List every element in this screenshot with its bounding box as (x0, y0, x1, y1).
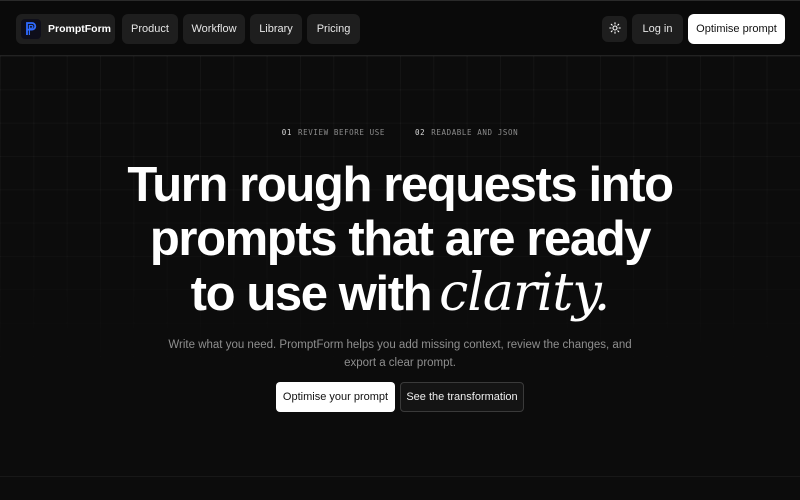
login-button[interactable]: Log in (632, 14, 683, 44)
theme-toggle-button[interactable] (602, 16, 627, 42)
feature-tags: 01 REVIEW BEFORE USE 02 READABLE AND JSON (0, 128, 800, 137)
nav-link-workflow[interactable]: Workflow (183, 14, 245, 44)
hero-subtitle: Write what you need. PromptForm helps yo… (168, 339, 632, 369)
hero-headline: Turn rough requests into prompts that ar… (0, 158, 800, 321)
nav-link-product[interactable]: Product (122, 14, 178, 44)
page: PromptForm Product Workflow Library Pric… (0, 0, 800, 500)
feature-tag-number: 02 (415, 128, 426, 137)
brand-name: PromptForm (48, 23, 111, 35)
feature-tag: 01 REVIEW BEFORE USE (282, 128, 385, 137)
nav-link-pricing[interactable]: Pricing (307, 14, 360, 44)
headline-line-3: to use with clarity. (0, 266, 800, 321)
sun-icon (608, 21, 621, 37)
feature-tag-label: READABLE AND JSON (431, 128, 519, 137)
p-logo-icon (21, 19, 41, 39)
nav-link-library[interactable]: Library (250, 14, 302, 44)
brand-link[interactable]: PromptForm (16, 14, 115, 44)
see-transformation-button[interactable]: See the transformation (400, 382, 524, 412)
optimise-prompt-button[interactable]: Optimise prompt (688, 14, 785, 44)
headline-line-3-text: to use with (190, 267, 433, 321)
optimise-your-prompt-button[interactable]: Optimise your prompt (276, 382, 395, 412)
headline-line-1: Turn rough requests into (127, 158, 674, 212)
feature-tag-label: REVIEW BEFORE USE (298, 128, 385, 137)
top-nav: PromptForm Product Workflow Library Pric… (0, 0, 800, 56)
headline-accent-word: clarity. (439, 263, 610, 323)
divider (0, 476, 800, 477)
feature-tag: 02 READABLE AND JSON (415, 128, 518, 137)
headline-line-2: prompts that are ready (149, 212, 652, 266)
feature-tag-number: 01 (281, 128, 293, 137)
